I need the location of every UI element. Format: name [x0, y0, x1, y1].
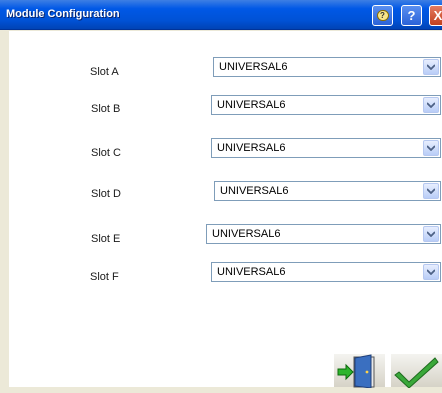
- title-bar[interactable]: Module Configuration ? ? X: [0, 0, 442, 30]
- slot-e-dropdown[interactable]: UNIVERSAL6: [206, 224, 441, 244]
- ok-button[interactable]: [390, 353, 442, 389]
- slot-a-value: UNIVERSAL6: [219, 61, 288, 73]
- slot-e-value: UNIVERSAL6: [212, 228, 281, 240]
- slot-d-value: UNIVERSAL6: [220, 185, 289, 197]
- slot-f-label: Slot F: [90, 271, 119, 283]
- exit-door-icon: [337, 354, 375, 389]
- chevron-down-icon[interactable]: [423, 140, 439, 156]
- slot-e-label: Slot E: [91, 233, 121, 245]
- help-bubble-icon: ?: [376, 10, 389, 21]
- slot-d-dropdown[interactable]: UNIVERSAL6: [214, 181, 441, 201]
- context-help-button[interactable]: ?: [372, 5, 393, 26]
- configuration-panel: [9, 31, 442, 387]
- slot-a-label: Slot A: [90, 66, 119, 78]
- exit-button[interactable]: [333, 353, 385, 389]
- slot-b-dropdown[interactable]: UNIVERSAL6: [211, 95, 441, 115]
- chevron-down-icon[interactable]: [423, 183, 439, 199]
- slot-b-value: UNIVERSAL6: [217, 99, 286, 111]
- slot-f-value: UNIVERSAL6: [217, 266, 286, 278]
- close-icon: X: [433, 8, 442, 23]
- chevron-down-icon[interactable]: [423, 59, 439, 75]
- slot-d-label: Slot D: [91, 188, 121, 200]
- slot-c-dropdown[interactable]: UNIVERSAL6: [211, 138, 441, 158]
- chevron-down-icon[interactable]: [423, 97, 439, 113]
- slot-c-value: UNIVERSAL6: [217, 142, 286, 154]
- close-button[interactable]: X: [429, 5, 442, 26]
- chevron-down-icon[interactable]: [423, 226, 439, 242]
- window-title: Module Configuration: [6, 8, 120, 20]
- window-left-frame: [0, 31, 9, 387]
- slot-c-label: Slot C: [91, 147, 121, 159]
- help-button[interactable]: ?: [401, 5, 422, 26]
- slot-a-dropdown[interactable]: UNIVERSAL6: [213, 57, 441, 77]
- checkmark-icon: [394, 357, 439, 389]
- chevron-down-icon[interactable]: [423, 264, 439, 280]
- slot-b-label: Slot B: [91, 103, 121, 115]
- question-mark-icon: ?: [407, 8, 416, 23]
- slot-f-dropdown[interactable]: UNIVERSAL6: [211, 262, 441, 282]
